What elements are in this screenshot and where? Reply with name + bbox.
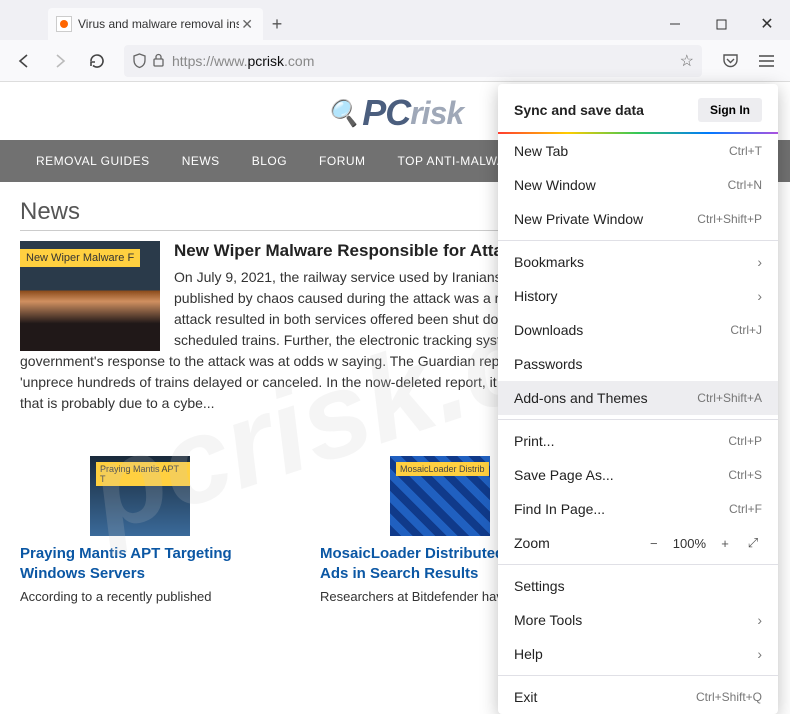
zoom-value: 100% [673,536,706,551]
url-text: https://www.pcrisk.com [172,53,314,69]
maximize-button[interactable] [698,8,744,40]
menu-item-save-page-as-[interactable]: Save Page As...Ctrl+S [498,458,778,492]
shield-icon [132,53,152,69]
card-body: According to a recently published [20,589,260,604]
tab-favicon [56,16,72,32]
menu-item-downloads[interactable]: DownloadsCtrl+J [498,313,778,347]
pocket-icon[interactable] [714,45,746,77]
sign-in-button[interactable]: Sign In [698,98,762,122]
magnifier-icon: 🔍 [327,98,358,129]
nav-blog[interactable]: BLOG [236,140,303,182]
nav-removal-guides[interactable]: REMOVAL GUIDES [20,140,166,182]
toolbar: https://www.pcrisk.com ☆ [0,40,790,82]
menu-item-passwords[interactable]: Passwords [498,347,778,381]
fullscreen-button[interactable]: ⤢ [744,535,762,551]
menu-item-find-in-page-[interactable]: Find In Page...Ctrl+F [498,492,778,526]
chevron-right-icon: › [757,646,762,662]
lock-icon [152,53,172,68]
app-menu: Sync and save data Sign In New TabCtrl+T… [498,84,778,714]
menu-item-add-ons-and-themes[interactable]: Add-ons and ThemesCtrl+Shift+A [498,381,778,415]
minimize-button[interactable] [652,8,698,40]
app-menu-button[interactable] [750,45,782,77]
zoom-in-button[interactable]: + [716,536,734,551]
card-title[interactable]: Praying Mantis APT Targeting Windows Ser… [20,544,260,583]
menu-zoom: Zoom − 100% + ⤢ [498,526,778,560]
menu-item-new-tab[interactable]: New TabCtrl+T [498,134,778,168]
menu-item-more-tools[interactable]: More Tools› [498,603,778,637]
back-button[interactable] [8,45,40,77]
tab-title: Virus and malware removal inst [78,17,239,31]
sync-label: Sync and save data [514,102,644,118]
browser-tab[interactable]: Virus and malware removal inst ✕ [48,8,263,40]
separator [498,675,778,676]
tab-close-icon[interactable]: ✕ [239,14,255,35]
zoom-out-button[interactable]: − [645,536,663,551]
menu-item-new-window[interactable]: New WindowCtrl+N [498,168,778,202]
sync-row: Sync and save data Sign In [498,84,778,134]
nav-news[interactable]: NEWS [166,140,236,182]
titlebar: Virus and malware removal inst ✕ + ✕ [0,0,790,40]
reload-button[interactable] [80,45,112,77]
menu-item-bookmarks[interactable]: Bookmarks› [498,245,778,279]
chevron-right-icon: › [757,612,762,628]
card-praying-mantis: Praying Mantis APT T Praying Mantis APT … [20,456,260,604]
new-tab-button[interactable]: + [263,8,291,40]
forward-button[interactable] [44,45,76,77]
lead-thumbnail[interactable]: New Wiper Malware F [20,241,160,351]
menu-item-new-private-window[interactable]: New Private WindowCtrl+Shift+P [498,202,778,236]
separator [498,240,778,241]
chevron-right-icon: › [757,254,762,270]
menu-item-print-[interactable]: Print...Ctrl+P [498,424,778,458]
card-thumb[interactable]: Praying Mantis APT T [90,456,190,536]
menu-item-settings[interactable]: Settings [498,569,778,603]
bookmark-star-icon[interactable]: ☆ [680,51,694,71]
separator [498,564,778,565]
close-window-button[interactable]: ✕ [744,8,790,40]
url-bar[interactable]: https://www.pcrisk.com ☆ [124,45,702,77]
menu-item-history[interactable]: History› [498,279,778,313]
card-thumb[interactable]: MosaicLoader Distrib [390,456,490,536]
menu-item-help[interactable]: Help› [498,637,778,671]
nav-forum[interactable]: FORUM [303,140,382,182]
separator [498,419,778,420]
chevron-right-icon: › [757,288,762,304]
